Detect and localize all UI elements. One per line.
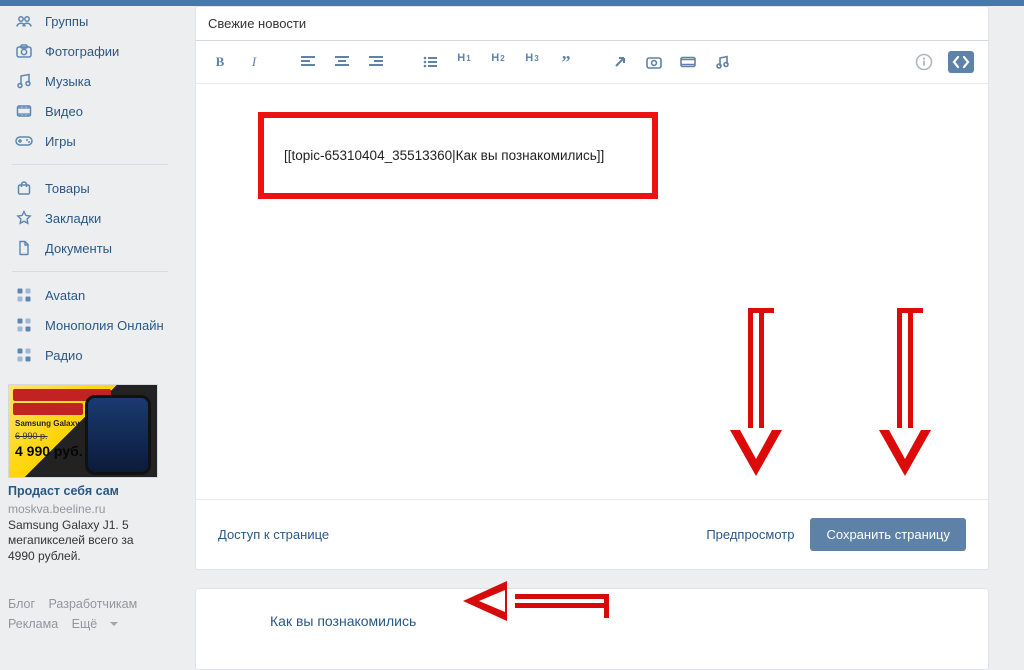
quote-button[interactable]: ” — [556, 52, 576, 72]
list-button[interactable] — [420, 52, 440, 72]
editor-card: B I H1 H2 H3 ” — [195, 6, 989, 570]
h1-button[interactable]: H1 — [454, 52, 474, 72]
ad-price: 4 990 руб. — [15, 443, 83, 459]
nav-label: Музыка — [45, 74, 91, 89]
nav-separator — [12, 271, 168, 272]
bold-button[interactable]: B — [210, 52, 230, 72]
nav-games[interactable]: Игры — [8, 126, 172, 156]
left-sidebar: Группы Фотографии Музыка Видео Игры — [0, 6, 180, 670]
footer-more[interactable]: Ещё — [72, 614, 129, 634]
ad-title: Продаст себя сам — [8, 484, 158, 500]
ad-image: Samsung Galaxy J1 : 4G 6 990 р. 4 990 ру… — [8, 384, 158, 478]
ad-domain: moskva.beeline.ru — [8, 502, 158, 516]
footer-devs[interactable]: Разработчикам — [49, 597, 138, 611]
editor-footer: Доступ к странице Предпросмотр Сохранить… — [196, 499, 988, 569]
gamepad-icon — [14, 131, 34, 151]
sidebar-ad[interactable]: Samsung Galaxy J1 : 4G 6 990 р. 4 990 ру… — [8, 384, 158, 564]
video-button[interactable] — [678, 52, 698, 72]
nav-photos[interactable]: Фотографии — [8, 36, 172, 66]
app-icon — [14, 285, 34, 305]
nav-section-1: Группы Фотографии Музыка Видео Игры — [8, 6, 172, 156]
result-preview-card: Как вы познакомились — [195, 588, 989, 670]
nav-label: Документы — [45, 241, 112, 256]
nav-video[interactable]: Видео — [8, 96, 172, 126]
nav-app-monopoly[interactable]: Монополия Онлайн — [8, 310, 172, 340]
result-link[interactable]: Как вы познакомились — [270, 613, 416, 629]
h3-button[interactable]: H3 — [522, 52, 542, 72]
nav-label: Игры — [45, 134, 76, 149]
app-icon — [14, 345, 34, 365]
page-access-link[interactable]: Доступ к странице — [218, 527, 329, 542]
ad-description: Samsung Galaxy J1. 5 мегапикселей всего … — [8, 518, 158, 565]
nav-groups[interactable]: Группы — [8, 6, 172, 36]
nav-label: Радио — [45, 348, 83, 363]
nav-bookmarks[interactable]: Закладки — [8, 203, 172, 233]
photo-button[interactable] — [644, 52, 664, 72]
source-toggle-button[interactable] — [948, 51, 974, 73]
editor-toolbar: B I H1 H2 H3 ” — [196, 41, 988, 84]
footer-ads[interactable]: Реклама — [8, 617, 58, 631]
save-page-button[interactable]: Сохранить страницу — [810, 518, 966, 551]
people-icon — [14, 11, 34, 31]
nav-section-2: Товары Закладки Документы — [8, 173, 172, 263]
main-column: B I H1 H2 H3 ” — [180, 6, 1024, 670]
align-center-button[interactable] — [332, 52, 352, 72]
nav-label: Монополия Онлайн — [45, 318, 164, 333]
nav-label: Фотографии — [45, 44, 119, 59]
camera-icon — [14, 41, 34, 61]
video-icon — [14, 101, 34, 121]
nav-section-apps: Avatan Монополия Онлайн Радио — [8, 280, 172, 370]
nav-app-radio[interactable]: Радио — [8, 340, 172, 370]
ad-old-price: 6 990 р. — [15, 431, 48, 441]
app-icon — [14, 315, 34, 335]
star-icon — [14, 208, 34, 228]
nav-label: Avatan — [45, 288, 85, 303]
ad-img-text: Samsung Galaxy J1 : 4G — [15, 419, 108, 428]
h2-button[interactable]: H2 — [488, 52, 508, 72]
annotation-highlight-box: [[topic-65310404_35513360|Как вы познако… — [258, 112, 658, 199]
info-button[interactable] — [914, 52, 934, 72]
footer-links: Блог Разработчикам Реклама Ещё — [8, 594, 172, 634]
link-button[interactable] — [610, 52, 630, 72]
audio-button[interactable] — [712, 52, 732, 72]
nav-label: Группы — [45, 14, 88, 29]
italic-button[interactable]: I — [244, 52, 264, 72]
editor-content-text: [[topic-65310404_35513360|Как вы познако… — [284, 148, 604, 163]
align-left-button[interactable] — [298, 52, 318, 72]
editor-body[interactable]: [[topic-65310404_35513360|Как вы познако… — [196, 84, 988, 499]
align-right-button[interactable] — [366, 52, 386, 72]
nav-documents[interactable]: Документы — [8, 233, 172, 263]
nav-separator — [12, 164, 168, 165]
chevron-down-icon — [110, 622, 118, 630]
footer-blog[interactable]: Блог — [8, 597, 35, 611]
nav-goods[interactable]: Товары — [8, 173, 172, 203]
nav-label: Закладки — [45, 211, 101, 226]
nav-label: Товары — [45, 181, 90, 196]
page-title-input[interactable] — [196, 7, 988, 41]
nav-app-avatan[interactable]: Avatan — [8, 280, 172, 310]
music-icon — [14, 71, 34, 91]
preview-link[interactable]: Предпросмотр — [706, 527, 794, 542]
document-icon — [14, 238, 34, 258]
nav-music[interactable]: Музыка — [8, 66, 172, 96]
bag-icon — [14, 178, 34, 198]
nav-label: Видео — [45, 104, 83, 119]
